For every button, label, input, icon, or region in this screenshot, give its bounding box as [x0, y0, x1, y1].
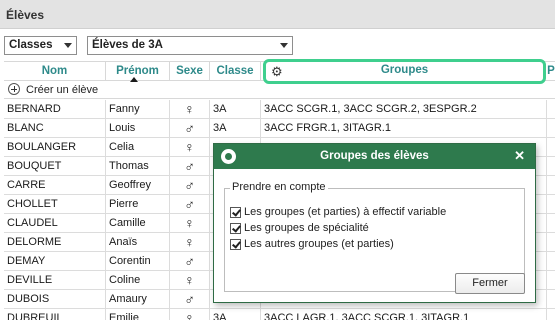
cell-sexe: ♂	[170, 290, 210, 308]
cell-sexe: ♀	[170, 138, 210, 156]
dialog-header: Groupes des élèves ✕	[214, 144, 535, 169]
cell-sexe: ♀	[170, 100, 210, 118]
column-header-overflow[interactable]: P	[547, 62, 555, 81]
checkbox-checked-icon[interactable]	[230, 239, 241, 250]
table-row[interactable]: DUBREUIL Emilie ♀ 3A 3ACC LAGR.1, 3ACC SCGR.…	[4, 309, 555, 320]
cell-nom: BOULANGER	[4, 138, 106, 156]
cell-nom: DEMAY	[4, 252, 106, 270]
cell-sexe: ♀	[170, 233, 210, 251]
cell-sexe: ♂	[170, 119, 210, 137]
class-dropdown[interactable]: Élèves de 3A	[87, 36, 293, 55]
cell-nom: CHOLLET	[4, 195, 106, 213]
cell-prenom: Celia	[106, 138, 170, 156]
cell-prenom: Thomas	[106, 157, 170, 175]
cell-nom: CARRE	[4, 176, 106, 194]
cell-nom: CLAUDEL	[4, 214, 106, 232]
cell-classe: 3A	[210, 119, 261, 137]
cell-prenom: Camille	[106, 214, 170, 232]
column-header-prenom[interactable]: Prénom	[106, 62, 170, 81]
close-icon[interactable]: ✕	[514, 148, 525, 164]
cell-prenom: Anaïs	[106, 233, 170, 251]
cell-nom: DUBOIS	[4, 290, 106, 308]
cell-prenom: Fanny	[106, 100, 170, 118]
checkbox-checked-icon[interactable]	[230, 207, 241, 218]
create-student-row[interactable]: Créer un élève	[4, 81, 555, 99]
checkbox-label: Les autres groupes (et parties)	[244, 238, 394, 250]
cell-groupes: 3ACC LAGR.1, 3ACC SCGR.1, 3ITAGR.1	[261, 309, 547, 320]
cell-groupes: 3ACC SCGR.1, 3ACC SCGR.2, 3ESPGR.2	[261, 100, 547, 118]
classes-dropdown-value: Classes	[9, 39, 53, 51]
groups-dialog: Groupes des élèves ✕ Prendre en compte L…	[213, 143, 536, 303]
cell-prenom: Coline	[106, 271, 170, 289]
plus-icon	[8, 83, 20, 95]
cell-nom: BOUQUET	[4, 157, 106, 175]
close-button[interactable]: Fermer	[455, 273, 525, 294]
chevron-down-icon	[64, 43, 72, 48]
create-student-label: Créer un élève	[26, 84, 99, 96]
cell-sexe: ♀	[170, 214, 210, 232]
cell-sexe: ♂	[170, 252, 210, 270]
cell-sexe: ♂	[170, 195, 210, 213]
cell-prenom: Amaury	[106, 290, 170, 308]
window-titlebar: Élèves	[0, 0, 555, 29]
checkbox-checked-icon[interactable]	[230, 223, 241, 234]
cell-classe: 3A	[210, 309, 261, 320]
cell-sexe: ♂	[170, 176, 210, 194]
table-row[interactable]: BERNARD Fanny ♀ 3A 3ACC SCGR.1, 3ACC SCGR.2,…	[4, 100, 555, 119]
cell-groupes: 3ACC FRGR.1, 3ITAGR.1	[261, 119, 547, 137]
cell-prenom: Louis	[106, 119, 170, 137]
cell-sexe: ♀	[170, 309, 210, 320]
dialog-title: Groupes des élèves	[320, 150, 429, 162]
column-header-nom[interactable]: Nom	[4, 62, 106, 81]
column-header-sexe[interactable]: Sexe	[170, 62, 210, 81]
cell-nom: BLANC	[4, 119, 106, 137]
cell-nom: DEVILLE	[4, 271, 106, 289]
classes-dropdown[interactable]: Classes	[4, 36, 77, 55]
window-title: Élèves	[6, 8, 45, 22]
chevron-down-icon	[280, 43, 288, 48]
cell-prenom: Emilie	[106, 309, 170, 320]
cell-nom: BERNARD	[4, 100, 106, 118]
column-header-groupes-label: Groupes	[380, 64, 429, 76]
cell-nom: DUBREUIL	[4, 309, 106, 320]
cell-sexe: ♂	[170, 157, 210, 175]
cell-sexe: ♀	[170, 271, 210, 289]
cell-prenom: Corentin	[106, 252, 170, 270]
cell-prenom: Pierre	[106, 195, 170, 213]
table-row[interactable]: BLANC Louis ♂ 3A 3ACC FRGR.1, 3ITAGR.1	[4, 119, 555, 138]
fieldset-legend: Prendre en compte	[230, 181, 328, 193]
column-header-classe[interactable]: Classe	[210, 62, 261, 81]
cell-nom: DELORME	[4, 233, 106, 251]
class-dropdown-value: Élèves de 3A	[92, 39, 163, 51]
checkbox-label: Les groupes de spécialité	[244, 222, 369, 234]
checkbox-label: Les groupes (et parties) à effectif vari…	[244, 206, 447, 218]
cell-classe: 3A	[210, 100, 261, 118]
cell-prenom: Geoffrey	[106, 176, 170, 194]
